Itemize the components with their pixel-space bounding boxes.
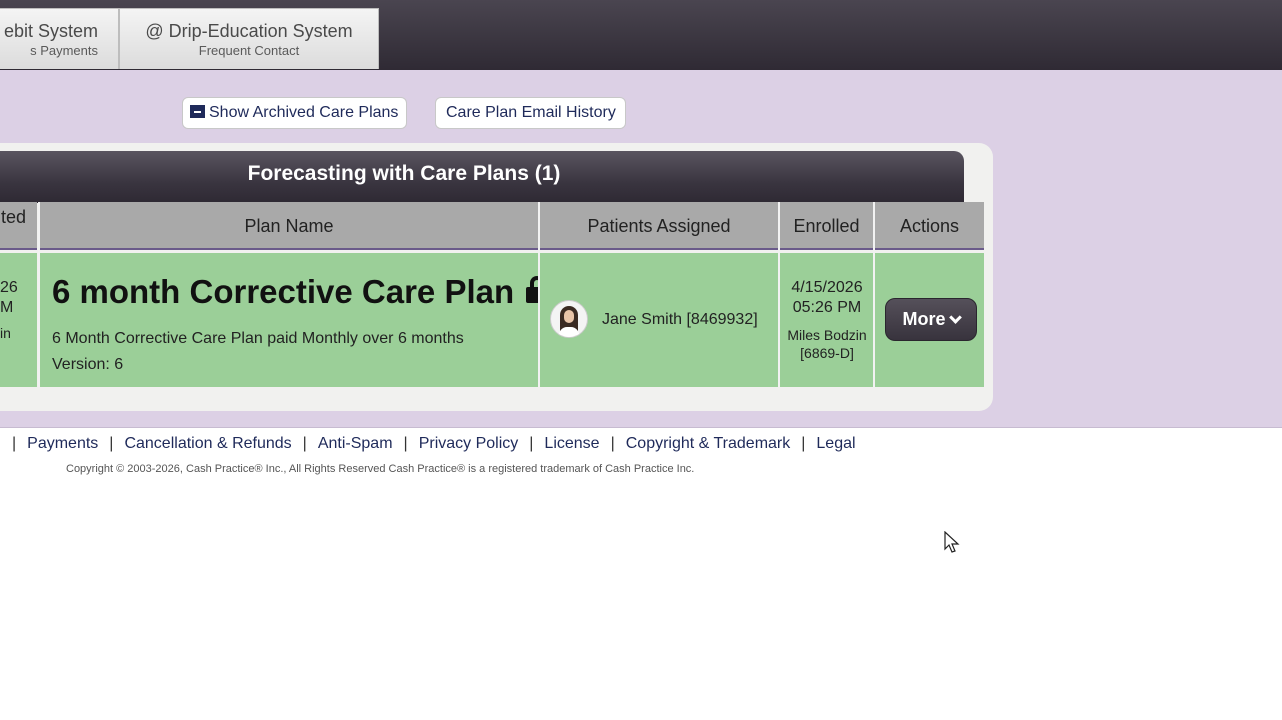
top-nav-bar: ebit System s Payments @ Drip-Education …	[0, 0, 1282, 70]
cell-plan-name: 6 month Corrective Care Plan 6 Month Cor…	[40, 253, 549, 387]
more-actions-button[interactable]: More	[885, 298, 977, 341]
created-partial-time: M	[0, 299, 14, 316]
column-header-patients-assigned[interactable]: Patients Assigned	[540, 202, 778, 250]
cell-enrolled: 4/15/2026 05:26 PM Miles Bodzin [6869-D]	[780, 253, 873, 387]
panel-title: Forecasting with Care Plans (1)	[247, 162, 561, 185]
footer-separator: |	[12, 435, 17, 452]
footer-separator: |	[610, 435, 615, 452]
archive-icon	[190, 105, 205, 118]
nav-tab-subtitle: Frequent Contact	[198, 43, 300, 58]
cell-actions: More	[875, 253, 984, 387]
nav-tab-title: @ Drip-Education System	[145, 21, 353, 41]
column-header-label: Actions	[899, 216, 960, 236]
enrolled-time: 05:26 PM	[792, 299, 862, 316]
chevron-down-icon	[948, 311, 962, 324]
nav-tab-subtitle: s Payments	[30, 43, 98, 58]
avatar[interactable]	[550, 300, 588, 338]
column-divider	[538, 202, 540, 387]
enrolled-by: Miles Bodzin	[787, 327, 867, 343]
mouse-cursor-icon	[944, 531, 960, 553]
plan-description: 6 Month Corrective Care Plan paid Monthl…	[52, 330, 464, 347]
button-label: More	[902, 309, 946, 329]
footer-separator: |	[302, 435, 307, 452]
footer-link-payments[interactable]: Payments	[27, 435, 98, 453]
footer-link-copyright-trademark[interactable]: Copyright & Trademark	[626, 435, 791, 453]
footer-separator: |	[403, 435, 408, 452]
footer-link-privacy-policy[interactable]: Privacy Policy	[419, 435, 519, 453]
column-divider	[38, 202, 40, 387]
plan-version: Version: 6	[52, 356, 124, 373]
copyright-text: Copyright © 2003-2026, Cash Practice® In…	[66, 463, 695, 475]
column-header-label: Enrolled	[793, 216, 860, 236]
enrolled-by-id: [6869-D]	[800, 345, 854, 361]
column-divider	[873, 202, 875, 387]
nav-tab-debit-system[interactable]: ebit System s Payments	[0, 8, 119, 69]
column-header-actions: Actions	[875, 202, 984, 250]
nav-tab-title: ebit System	[3, 21, 98, 41]
column-header-plan-name[interactable]: Plan Name	[40, 202, 538, 250]
column-header-label: Plan Name	[244, 216, 334, 236]
footer-separator: |	[109, 435, 114, 452]
column-header-created[interactable]: ted	[0, 202, 37, 250]
footer-link-cancellation-refunds[interactable]: Cancellation & Refunds	[124, 435, 291, 453]
show-archived-care-plans-button[interactable]: Show Archived Care Plans	[182, 97, 407, 129]
footer-links: | Payments | Cancellation & Refunds | Anti-Sp…	[0, 435, 856, 453]
cell-patients-assigned: Jane Smith [8469932]	[540, 253, 778, 387]
footer-separator: |	[529, 435, 534, 452]
created-partial-date: 26	[0, 279, 18, 296]
nav-tab-drip-education[interactable]: @ Drip-Education System Frequent Contact	[119, 8, 379, 69]
plan-name[interactable]: 6 month Corrective Care Plan	[52, 273, 549, 311]
cell-created: 26 M in	[0, 253, 37, 387]
button-label: Show Archived Care Plans	[209, 104, 399, 121]
care-plan-email-history-button[interactable]: Care Plan Email History	[435, 97, 626, 129]
button-label: Care Plan Email History	[446, 104, 616, 121]
created-partial-by: in	[0, 325, 11, 341]
footer-link-anti-spam[interactable]: Anti-Spam	[318, 435, 393, 453]
panel-header: Forecasting with Care Plans (1)	[0, 151, 964, 203]
footer-link-legal[interactable]: Legal	[816, 435, 855, 453]
column-header-label: ted	[1, 207, 27, 227]
column-header-enrolled[interactable]: Enrolled	[780, 202, 873, 250]
footer-link-license[interactable]: License	[544, 435, 599, 453]
footer-separator: |	[801, 435, 806, 452]
column-divider	[778, 202, 780, 387]
content-area: Show Archived Care Plans Care Plan Email…	[0, 70, 1282, 428]
patient-name-link[interactable]: Jane Smith [8469932]	[602, 311, 758, 329]
column-header-label: Patients Assigned	[587, 216, 731, 236]
enrolled-date: 4/15/2026	[791, 279, 863, 296]
plan-name-text: 6 month Corrective Care Plan	[52, 273, 515, 310]
